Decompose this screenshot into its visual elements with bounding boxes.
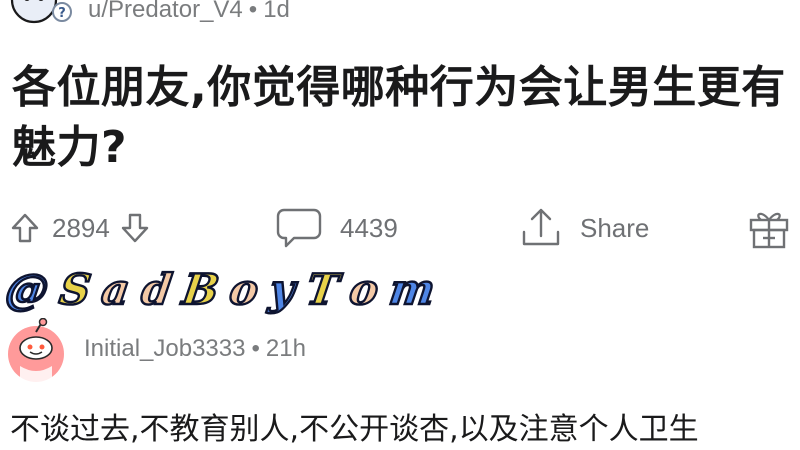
comment-body: 不谈过去,不教育别人,不公开谈杏,以及注意个人卫生 — [10, 412, 699, 447]
comment-author-link[interactable]: Initial_Job3333 — [84, 335, 245, 362]
watermark-char: m — [385, 263, 439, 314]
svg-text:?: ? — [58, 6, 66, 21]
watermark-char: a — [98, 263, 135, 314]
watermark-char: d — [137, 263, 176, 314]
watermark-char: B — [178, 263, 223, 314]
comment-count: 4439 — [340, 212, 398, 243]
watermark-char: o — [226, 263, 263, 314]
post-title[interactable]: 各位朋友,你觉得哪种行为会让男生更有魅力? — [12, 58, 792, 178]
comments-button[interactable]: 4439 — [276, 206, 398, 250]
share-icon — [520, 206, 562, 250]
watermark-sadboytom: @ S a d B o y T o m — [1, 263, 447, 314]
watermark-char: y — [266, 263, 300, 314]
post-age: 1d — [263, 0, 290, 23]
vote-count: 2894 — [52, 212, 110, 243]
post-header: ? u/Predator_V4 • 1d — [0, 0, 800, 26]
post-author-link[interactable]: u/Predator_V4 — [88, 0, 243, 23]
snoo-avatar-icon[interactable]: ? — [10, 0, 74, 24]
post-meta: u/Predator_V4 • 1d — [88, 0, 290, 24]
meta-separator: • — [251, 335, 260, 362]
watermark-char: @ — [1, 263, 52, 314]
comment-header: Initial_Job3333 • 21h — [0, 316, 800, 386]
meta-separator: • — [248, 0, 258, 23]
share-button[interactable]: Share — [520, 206, 649, 250]
award-button[interactable] — [748, 206, 790, 250]
gift-icon — [748, 206, 790, 250]
watermark-char: o — [345, 263, 382, 314]
watermark-char: T — [302, 263, 343, 314]
comment-meta: Initial_Job3333 • 21h — [84, 335, 306, 363]
downvote-icon[interactable] — [120, 212, 150, 244]
commenter-avatar-icon[interactable] — [6, 317, 66, 384]
vote-group: 2894 — [10, 206, 150, 250]
comment-age: 21h — [265, 335, 306, 362]
post-action-bar: 2894 4439 Share — [0, 200, 800, 256]
upvote-icon[interactable] — [10, 212, 40, 244]
share-label: Share — [580, 212, 650, 243]
comment-bubble-icon — [276, 206, 322, 250]
watermark-char: S — [55, 263, 95, 314]
